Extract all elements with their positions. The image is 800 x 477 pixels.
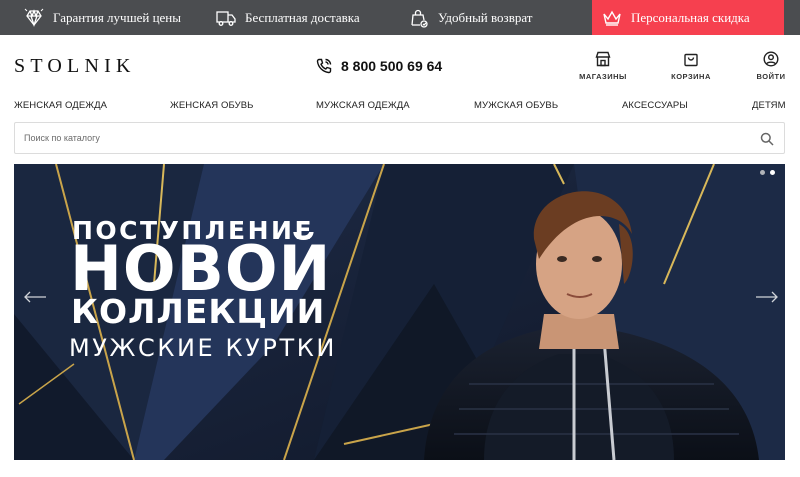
nav-item-women-clothing[interactable]: ЖЕНСКАЯ ОДЕЖДА	[14, 100, 107, 111]
search-icon[interactable]	[760, 132, 774, 146]
cart-icon	[684, 53, 698, 67]
stores-link[interactable]: МАГАЗИНЫ	[579, 51, 627, 81]
benefit-personal-discount[interactable]: Персональная скидка	[592, 0, 784, 35]
benefit-label: Персональная скидка	[631, 9, 750, 25]
nav-item-accessories[interactable]: АКСЕССУАРЫ	[622, 100, 688, 111]
crown-icon	[603, 10, 621, 26]
hero-banner[interactable]: ПОСТУПЛЕНИЕ НОВОЙ КОЛЛЕКЦИИ МУЖСКИЕ КУРТ…	[14, 164, 785, 460]
site-logo[interactable]: STOLNIK	[14, 55, 136, 78]
benefits-bar: Гарантия лучшей цены Бесплатная доставка…	[0, 0, 800, 35]
user-icon	[763, 51, 779, 67]
store-icon	[595, 51, 611, 67]
search-box	[14, 122, 785, 154]
benefit-easy-return[interactable]: Удобный возврат	[409, 0, 532, 35]
benefit-label: Гарантия лучшей цены	[53, 9, 181, 25]
nav-item-men-shoes[interactable]: МУЖСКАЯ ОБУВЬ	[474, 100, 558, 111]
truck-icon	[216, 10, 236, 26]
prev-slide-arrow-icon[interactable]	[23, 291, 47, 303]
login-link[interactable]: ВОЙТИ	[756, 51, 786, 81]
slide-dot[interactable]	[760, 170, 765, 175]
cart-label: КОРЗИНА	[671, 72, 711, 81]
slide-dot-active[interactable]	[770, 170, 775, 175]
cart-link[interactable]: КОРЗИНА	[669, 51, 713, 81]
phone-number[interactable]: 8 800 500 69 64	[316, 58, 442, 74]
phone-icon	[316, 58, 332, 74]
diamond-icon	[24, 8, 44, 27]
benefit-best-price[interactable]: Гарантия лучшей цены	[24, 0, 181, 35]
benefit-label: Удобный возврат	[438, 9, 533, 25]
nav-item-kids[interactable]: ДЕТЯМ	[752, 100, 786, 111]
banner-line-4: МУЖСКИЕ КУРТКИ	[69, 334, 337, 362]
phone-text: 8 800 500 69 64	[341, 58, 443, 74]
benefit-label: Бесплатная доставка	[245, 9, 360, 25]
search-input[interactable]	[24, 130, 724, 146]
login-label: ВОЙТИ	[756, 72, 786, 81]
slide-indicators	[760, 170, 775, 175]
return-bag-icon	[411, 9, 428, 28]
next-slide-arrow-icon[interactable]	[755, 291, 779, 303]
nav-item-men-clothing[interactable]: МУЖСКАЯ ОДЕЖДА	[316, 100, 410, 111]
nav-item-women-shoes[interactable]: ЖЕНСКАЯ ОБУВЬ	[170, 100, 254, 111]
banner-line-3: КОЛЛЕКЦИИ	[71, 292, 326, 331]
stores-label: МАГАЗИНЫ	[579, 72, 627, 81]
benefit-free-delivery[interactable]: Бесплатная доставка	[216, 0, 360, 35]
